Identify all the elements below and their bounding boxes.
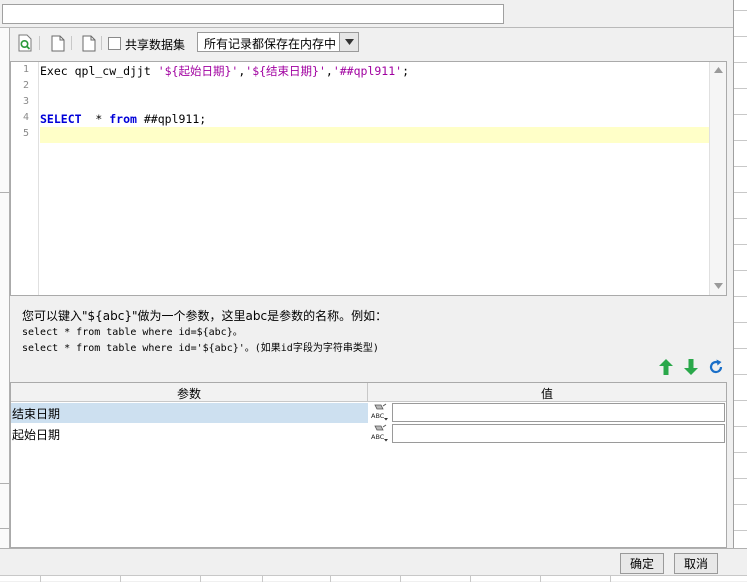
sql-keyword: SELECT	[40, 112, 82, 126]
toolbar-separator	[101, 36, 102, 50]
code-line[interactable]	[40, 127, 709, 143]
code-line[interactable]: Exec qpl_cw_djjt '${起始日期}','${结束日期}','##…	[40, 63, 709, 79]
bottom-grid-line	[120, 576, 121, 582]
bottom-grid-line	[610, 576, 611, 582]
parameter-name[interactable]: 结束日期	[11, 403, 368, 423]
line-number: 4	[22, 112, 29, 123]
move-down-icon[interactable]	[682, 358, 700, 376]
code-token: ;	[402, 64, 410, 78]
ok-button[interactable]: 确定	[620, 553, 664, 574]
right-panel-line	[734, 296, 747, 297]
text-type-icon[interactable]: ABC	[370, 403, 390, 423]
parameter-name[interactable]: 起始日期	[11, 424, 368, 444]
right-panel-line	[734, 192, 747, 193]
code-line[interactable]	[40, 95, 709, 111]
right-panel-line	[734, 504, 747, 505]
help-example-2: select * from table where id='${abc}'。(如…	[22, 343, 379, 354]
left-panel-edge	[0, 28, 10, 548]
code-token: ,	[325, 64, 333, 78]
right-panel-line	[734, 166, 747, 167]
column-header-value[interactable]: 值	[368, 385, 726, 402]
line-number: 1	[22, 64, 29, 75]
help-text-intro: 您可以键入"${abc}"做为一个参数，这里abc是参数的名称。例如：	[22, 309, 388, 323]
top-divider	[0, 27, 733, 28]
right-panel-line	[734, 62, 747, 63]
right-panel-line	[734, 140, 747, 141]
left-panel-line	[0, 192, 10, 193]
refresh-preview-icon[interactable]	[17, 34, 33, 52]
new-file-icon[interactable]	[81, 34, 97, 52]
parameter-table: 参数 值 结束日期 ABC 起始日期 ABC	[10, 382, 727, 548]
new-file-icon[interactable]	[50, 34, 66, 52]
right-panel-line	[734, 478, 747, 479]
right-panel-line	[734, 36, 747, 37]
right-panel-line	[734, 400, 747, 401]
storage-mode-value: 所有记录都保存在内存中	[204, 37, 337, 51]
left-panel-line	[0, 528, 10, 529]
left-panel-line	[0, 483, 10, 484]
toolbar-separator	[39, 36, 40, 50]
right-panel-edge	[733, 0, 747, 548]
bottom-grid-line	[330, 576, 331, 582]
bottom-grid-line	[400, 576, 401, 582]
sql-string: '##qpl911'	[332, 64, 403, 78]
parameter-table-header: 参数 值	[11, 383, 726, 402]
code-token: Exec qpl_cw_djjt	[40, 64, 158, 78]
line-number-gutter: 1 2 3 4 5	[11, 62, 39, 295]
parameter-value-input[interactable]	[392, 403, 725, 422]
bottom-panel-edge	[0, 575, 747, 582]
right-panel-line	[734, 374, 747, 375]
sql-keyword: from	[109, 112, 137, 126]
sql-string: '${起始日期}'	[157, 64, 239, 78]
sql-string: '${结束日期}'	[245, 64, 326, 78]
line-number: 5	[22, 128, 29, 139]
right-panel-line	[734, 218, 747, 219]
right-panel-line	[734, 88, 747, 89]
code-line[interactable]	[40, 79, 709, 95]
right-panel-line	[734, 530, 747, 531]
text-type-icon[interactable]: ABC	[370, 424, 390, 444]
help-example-1: select * from table where id=${abc}。	[22, 327, 243, 338]
line-number: 2	[22, 80, 29, 91]
bottom-grid-line	[200, 576, 201, 582]
storage-mode-select[interactable]: 所有记录都保存在内存中	[197, 32, 359, 52]
bottom-grid-line	[540, 576, 541, 582]
svg-text:ABC: ABC	[371, 412, 385, 420]
column-header-parameter[interactable]: 参数	[11, 385, 367, 402]
move-up-icon[interactable]	[657, 358, 675, 376]
bottom-grid-line	[262, 576, 263, 582]
editor-vertical-scrollbar[interactable]	[709, 62, 726, 295]
toolbar-separator	[71, 36, 72, 50]
code-token: *	[81, 112, 110, 126]
right-panel-line	[734, 244, 747, 245]
chevron-down-icon[interactable]	[339, 33, 358, 51]
right-panel-line	[734, 114, 747, 115]
right-panel-line	[734, 348, 747, 349]
refresh-icon[interactable]	[707, 358, 725, 376]
table-row[interactable]: 起始日期 ABC	[11, 424, 726, 445]
share-dataset-checkbox[interactable]	[108, 37, 121, 50]
share-dataset-label: 共享数据集	[125, 38, 186, 52]
cancel-button[interactable]: 取消	[674, 553, 718, 574]
bottom-divider	[0, 548, 747, 549]
code-token: ##qpl911;	[136, 112, 207, 126]
svg-text:ABC: ABC	[371, 433, 385, 441]
scroll-up-icon[interactable]	[710, 63, 726, 77]
line-number: 3	[22, 96, 29, 107]
bottom-grid-line	[40, 576, 41, 582]
bottom-grid-line	[470, 576, 471, 582]
right-panel-line	[734, 10, 747, 11]
parameter-value-input[interactable]	[392, 424, 725, 443]
right-panel-line	[734, 452, 747, 453]
code-line[interactable]: SELECT * from ##qpl911;	[40, 111, 709, 127]
scroll-down-icon[interactable]	[710, 279, 726, 293]
sql-editor[interactable]: 1 2 3 4 5 Exec qpl_cw_djjt '${起始日期}','${结束日期…	[10, 61, 727, 296]
table-row[interactable]: 结束日期 ABC	[11, 403, 726, 424]
right-panel-line	[734, 270, 747, 271]
right-panel-line	[734, 426, 747, 427]
right-panel-line	[734, 322, 747, 323]
dataset-name-input[interactable]	[2, 4, 504, 24]
